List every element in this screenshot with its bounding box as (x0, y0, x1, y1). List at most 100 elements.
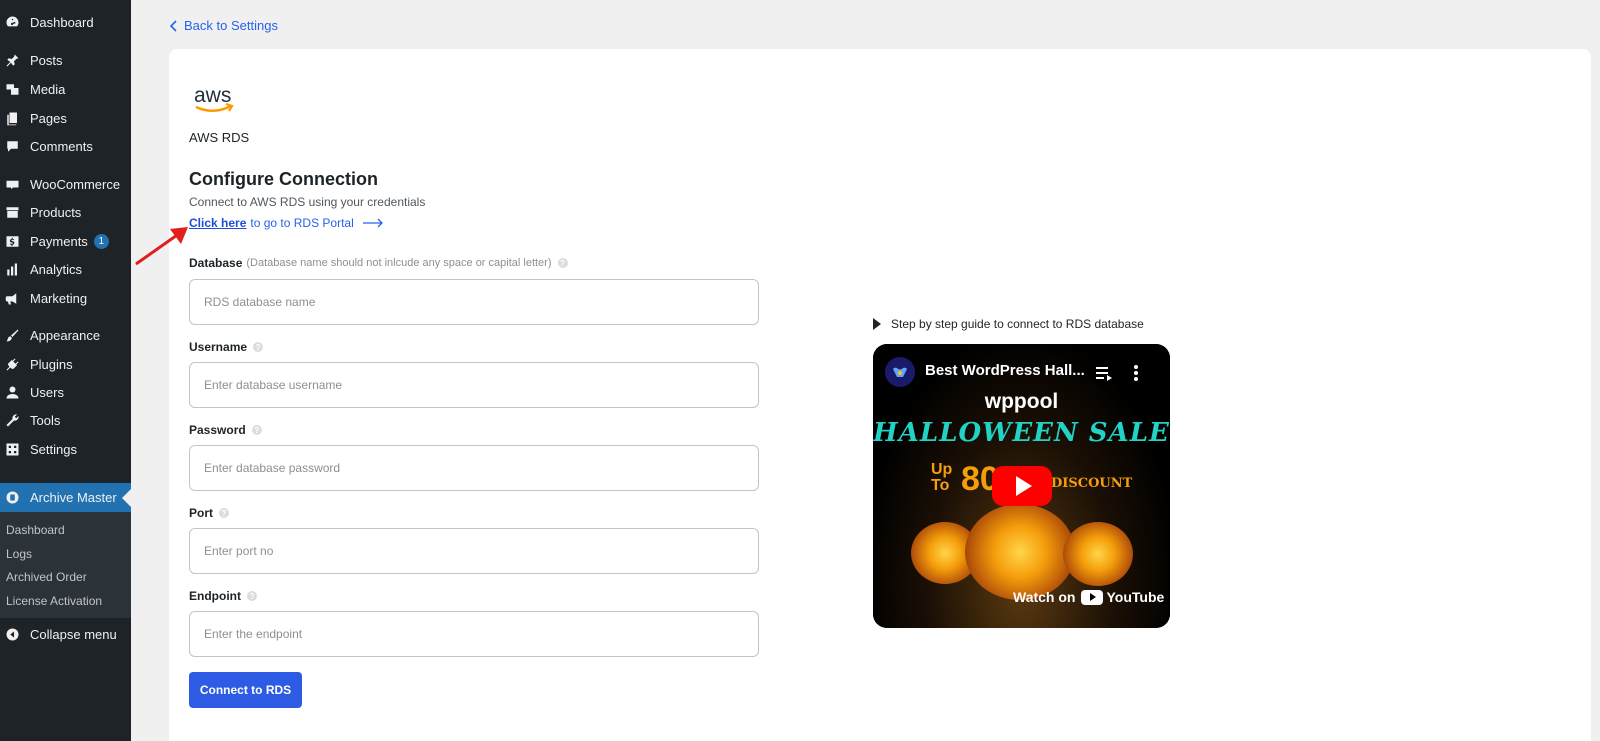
sidebar-item-label: Archive Master (30, 490, 117, 505)
help-icon[interactable]: ? (251, 425, 262, 435)
pumpkin-image (965, 504, 1075, 600)
bar-chart-icon (4, 261, 20, 277)
settings-icon (4, 441, 20, 457)
up-text: Up (931, 461, 953, 478)
back-label: Back to Settings (184, 18, 278, 33)
collapse-menu-label: Collapse menu (30, 626, 117, 642)
wrench-icon (4, 412, 20, 428)
watch-on-label: Watch on (1013, 589, 1076, 605)
password-label: Password ? (189, 423, 262, 437)
aws-logo: aws (193, 80, 237, 121)
sidebar-item-label: Analytics (30, 261, 83, 277)
submenu-item-archived-order[interactable]: Archived Order (6, 570, 87, 584)
database-label-text: Database (189, 256, 243, 270)
youtube-logo-icon: YouTube (1081, 589, 1164, 605)
comment-icon (4, 138, 20, 154)
user-icon (4, 384, 20, 400)
sidebar-item-label: Products (30, 204, 82, 220)
sidebar-item-label: Payments (30, 233, 88, 249)
submenu-item-license-activation[interactable]: License Activation (6, 594, 102, 608)
sidebar-item-tools[interactable]: Tools (0, 407, 131, 433)
plug-icon (4, 356, 20, 372)
sidebar-item-archive-master[interactable]: Archive Master (0, 483, 131, 512)
archive-icon (4, 204, 20, 220)
sidebar-item-label: Users (30, 384, 64, 400)
chevron-left-icon (169, 19, 177, 32)
rds-portal-link[interactable]: Click here (189, 216, 246, 230)
arrow-right-icon (362, 218, 383, 228)
rds-portal-line: Click here to go to RDS Portal (189, 216, 384, 230)
dashboard-icon (4, 14, 20, 30)
connect-to-rds-button[interactable]: Connect to RDS (189, 672, 302, 708)
admin-sidebar: Dashboard Posts Media Pages Comments Woo… (0, 0, 131, 741)
back-to-settings-link[interactable]: Back to Settings (168, 18, 278, 33)
promo-up-to: Up To (931, 462, 952, 494)
pages-icon (4, 110, 20, 126)
username-label-text: Username (189, 340, 248, 354)
sidebar-item-appearance[interactable]: Appearance (0, 322, 131, 348)
database-label: Database (Database name should not inlcu… (189, 256, 568, 270)
collapse-menu-button[interactable]: Collapse menu (0, 621, 131, 647)
brand-text: wppool (984, 390, 1059, 413)
sidebar-item-label: Media (30, 81, 66, 97)
password-input[interactable] (189, 445, 759, 491)
username-label: Username ? (189, 340, 264, 354)
sidebar-item-label: Plugins (30, 356, 73, 372)
sidebar-item-label: Posts (30, 52, 63, 68)
submenu-item-logs[interactable]: Logs (6, 547, 32, 561)
guide-label: Step by step guide to connect to RDS dat… (891, 317, 1144, 331)
sidebar-item-plugins[interactable]: Plugins (0, 351, 131, 377)
sidebar-item-label: Marketing (30, 290, 88, 306)
sidebar-item-label: Pages (30, 110, 67, 126)
endpoint-input[interactable] (189, 611, 759, 657)
to-text: To (931, 477, 950, 494)
archive-master-icon (4, 490, 20, 506)
dollar-icon (4, 233, 20, 249)
aws-logo-text: aws (194, 84, 231, 107)
archive-master-submenu: Dashboard Logs Archived Order License Ac… (0, 512, 131, 618)
sidebar-item-woocommerce[interactable]: WooCommerce (0, 171, 131, 197)
sidebar-item-label: Settings (30, 441, 77, 457)
media-icon (4, 81, 20, 97)
sidebar-item-posts[interactable]: Posts (0, 47, 131, 73)
sidebar-item-payments[interactable]: Payments 1 (0, 228, 131, 254)
pin-icon (4, 52, 20, 68)
promo-headline: HALLOWEEN SALE (873, 418, 1170, 448)
promo-discount: DISCOUNT (1051, 476, 1133, 491)
help-icon[interactable]: ? (246, 591, 257, 601)
sidebar-item-label: WooCommerce (30, 176, 121, 192)
port-input[interactable] (189, 528, 759, 574)
notification-badge: 1 (93, 233, 109, 249)
sidebar-item-label: Tools (30, 412, 61, 428)
help-icon[interactable]: ? (219, 508, 229, 518)
channel-avatar[interactable] (885, 357, 915, 387)
sidebar-item-analytics[interactable]: Analytics (0, 256, 131, 282)
megaphone-icon (4, 290, 20, 306)
playlist-queue-icon[interactable] (1095, 364, 1113, 382)
password-label-text: Password (189, 423, 246, 437)
guide-toggle[interactable]: Step by step guide to connect to RDS dat… (873, 317, 1144, 331)
port-label-text: Port (189, 506, 213, 520)
sidebar-item-marketing[interactable]: Marketing (0, 285, 131, 311)
video-title[interactable]: Best WordPress Hall... (925, 362, 1085, 379)
database-input[interactable] (189, 279, 759, 325)
sidebar-item-label: Comments (30, 138, 93, 154)
sidebar-item-pages[interactable]: Pages (0, 105, 131, 131)
sidebar-item-settings[interactable]: Settings (0, 436, 131, 462)
youtube-video-embed[interactable]: Best WordPress Hall... wppool HALLOWEEN … (873, 344, 1170, 628)
endpoint-label: Endpoint ? (189, 589, 257, 603)
username-input[interactable] (189, 362, 759, 408)
brush-icon (4, 327, 20, 343)
sidebar-item-dashboard[interactable]: Dashboard (0, 9, 131, 35)
play-triangle-icon (873, 318, 881, 330)
more-vertical-icon[interactable] (1133, 364, 1139, 382)
sidebar-item-media[interactable]: Media (0, 76, 131, 102)
submenu-item-dashboard[interactable]: Dashboard (6, 523, 65, 537)
sidebar-item-products[interactable]: Products (0, 199, 131, 225)
help-icon[interactable]: ? (253, 342, 264, 352)
sidebar-item-users[interactable]: Users (0, 379, 131, 405)
sidebar-item-comments[interactable]: Comments (0, 133, 131, 159)
youtube-play-button[interactable] (992, 466, 1052, 506)
watch-on-youtube[interactable]: Watch on YouTube (1013, 589, 1164, 605)
help-icon[interactable]: ? (557, 258, 568, 268)
